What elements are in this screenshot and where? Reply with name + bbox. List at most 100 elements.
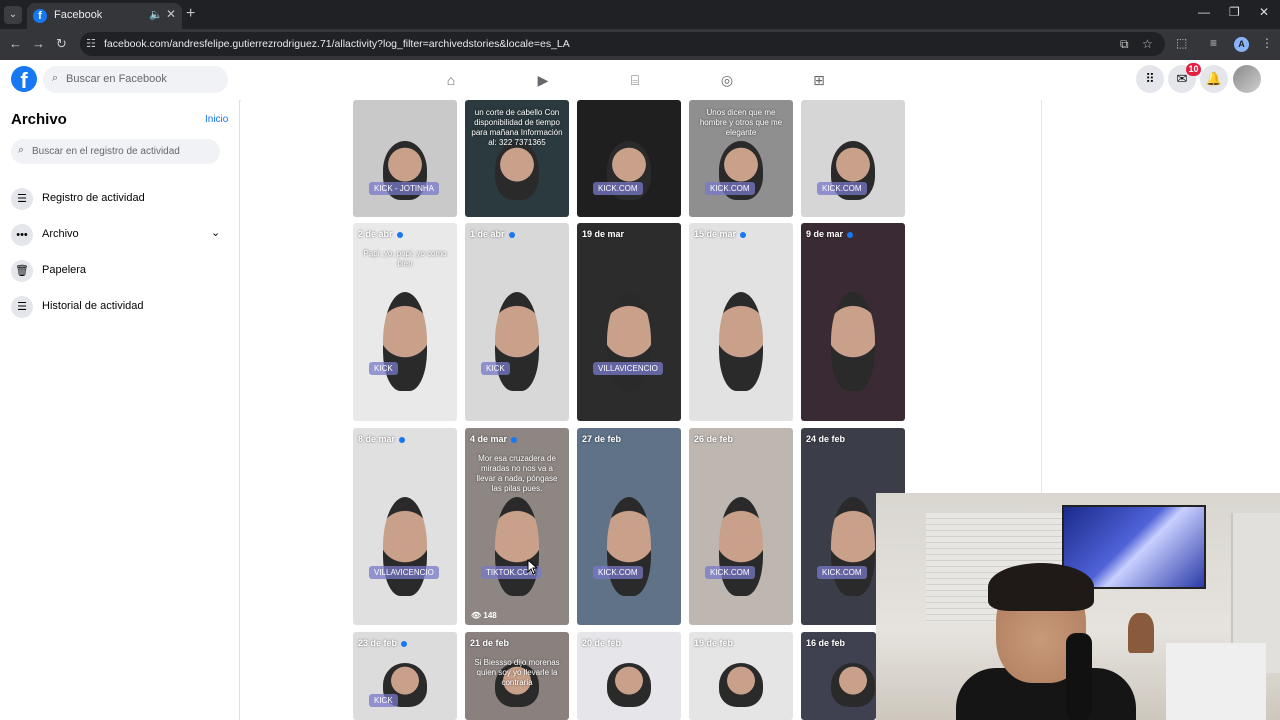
site-info-icon[interactable]: ☷	[86, 37, 96, 50]
chevron-down-icon[interactable]: ⌄	[211, 226, 220, 239]
sidebar-item-label: Historial de actividad	[42, 300, 144, 312]
story-person	[719, 292, 763, 391]
media-icon[interactable]: ≡	[1210, 36, 1217, 50]
story-thumbnail[interactable]: KICK - JOTINHA	[353, 100, 457, 217]
sidebar-item-papelera[interactable]: 🗑 Papelera	[11, 257, 230, 287]
close-window-icon[interactable]: ✕	[1259, 5, 1269, 19]
story-sticker: KICK	[369, 362, 398, 375]
story-date: 2 de abr	[358, 229, 403, 239]
browser-toolbar: ← → ↻ ☷ facebook.com/andresfelipe.gutier…	[0, 29, 1280, 60]
trash-icon: 🗑	[11, 260, 33, 282]
bookmark-star-icon[interactable]: ☆	[1142, 37, 1153, 51]
story-thumbnail[interactable]: 8 de mar VILLAVICENCIO	[353, 428, 457, 625]
profile-avatar[interactable]: A	[1234, 37, 1249, 52]
unseen-dot-icon	[740, 231, 747, 238]
forward-icon[interactable]: →	[32, 36, 45, 51]
story-thumbnail[interactable]: 19 de feb	[689, 632, 793, 720]
sidebar-item-registro[interactable]: ☰ Registro de actividad	[11, 185, 230, 215]
gaming-icon[interactable]: ⊞	[810, 71, 828, 89]
marketplace-icon[interactable]: ⌸	[626, 71, 644, 89]
story-sticker: KICK	[481, 362, 510, 375]
speaker-icon[interactable]: 🔈	[149, 8, 163, 21]
address-bar[interactable]: ☷ facebook.com/andresfelipe.gutierrezrod…	[80, 32, 1165, 56]
tab-search-button[interactable]: ⌄	[4, 6, 22, 24]
story-date: 27 de feb	[582, 434, 622, 444]
story-date: 26 de feb	[694, 434, 734, 444]
url-text[interactable]: facebook.com/andresfelipe.gutierrezrodri…	[104, 38, 570, 50]
tab-close-icon[interactable]: ✕	[166, 7, 176, 21]
story-sticker: VILLAVICENCIO	[369, 566, 439, 579]
story-thumbnail[interactable]: 20 de feb	[577, 632, 681, 720]
story-caption: Si Biessso dijo morenas quien soy yo lle…	[474, 658, 560, 687]
facebook-logo-icon[interactable]: f	[11, 66, 37, 93]
story-thumbnail[interactable]: Unos dicen que me hombre y otros que me …	[689, 100, 793, 217]
shelf	[1166, 643, 1266, 720]
story-date: 24 de feb	[806, 434, 846, 444]
story-thumbnail[interactable]: 23 de feb KICK	[353, 632, 457, 720]
story-thumbnail[interactable]: 19 de mar VILLAVICENCIO	[577, 223, 681, 421]
home-link[interactable]: Inicio	[205, 114, 228, 125]
story-person	[719, 663, 763, 707]
home-icon[interactable]: ⌂	[442, 71, 460, 89]
story-date: 21 de feb	[470, 638, 510, 648]
search-icon: ⌕	[52, 72, 59, 84]
back-icon[interactable]: ←	[9, 36, 22, 51]
menu-grid-icon[interactable]: ⠿	[1136, 65, 1164, 93]
story-date: 19 de feb	[694, 638, 734, 648]
story-caption: Mor esa cruzadera de miradas no nos va a…	[476, 454, 558, 493]
restore-icon[interactable]: ❐	[1229, 5, 1240, 19]
view-count: 👁 148	[471, 611, 497, 620]
activity-sidebar: Archivo Inicio ⌕ Buscar en el registro d…	[0, 100, 240, 720]
story-date: 4 de mar	[470, 434, 518, 444]
story-thumbnail[interactable]: 21 de feb Si Biessso dijo morenas quien s…	[465, 632, 569, 720]
more-icon: •••	[11, 224, 33, 246]
story-date: 9 de mar	[806, 229, 854, 239]
reload-icon[interactable]: ↻	[56, 36, 67, 52]
unseen-dot-icon	[396, 231, 403, 238]
story-thumbnail[interactable]: 16 de feb	[801, 632, 876, 720]
story-person	[719, 497, 763, 596]
story-thumbnail[interactable]: 4 de mar Mor esa cruzadera de miradas no …	[465, 428, 569, 625]
story-caption: Papi, yo, papi, yo como bien	[363, 249, 447, 268]
story-person	[831, 497, 875, 596]
browser-tabstrip: ⌄ f Facebook 🔈 ✕ + — ❐ ✕	[0, 0, 1280, 29]
story-thumbnail[interactable]: 9 de mar	[801, 223, 905, 421]
story-sticker: KICK.COM	[817, 566, 867, 579]
extensions-icon[interactable]: ⬚	[1176, 36, 1187, 50]
sidebar-item-historial[interactable]: ☰ Historial de actividad	[11, 293, 230, 323]
story-thumbnail[interactable]: 26 de feb KICK.COM	[689, 428, 793, 625]
account-avatar[interactable]	[1233, 65, 1261, 93]
story-sticker: KICK.COM	[593, 566, 643, 579]
story-person	[831, 292, 875, 391]
groups-icon[interactable]: ◎	[718, 71, 736, 89]
story-sticker: VILLAVICENCIO	[593, 362, 663, 375]
story-thumbnail[interactable]: 1 de abr KICK	[465, 223, 569, 421]
story-thumbnail[interactable]: 2 de abr Papi, yo, papi, yo como bien KICK	[353, 223, 457, 421]
more-menu-icon[interactable]: ⋮	[1261, 36, 1273, 50]
video-icon[interactable]: ▶	[534, 71, 552, 89]
tab-title: Facebook	[54, 9, 103, 21]
bell-icon[interactable]: 🔔	[1200, 65, 1228, 93]
story-thumbnail[interactable]: 15 de mar	[689, 223, 793, 421]
unseen-dot-icon	[847, 231, 854, 238]
webcam-overlay	[876, 493, 1280, 720]
story-date: 16 de feb	[806, 638, 846, 648]
story-thumbnail[interactable]: 27 de feb KICK.COM	[577, 428, 681, 625]
story-thumbnail[interactable]: un corte de cabello Con disponibilidad d…	[465, 100, 569, 217]
sidebar-item-label: Archivo	[42, 228, 79, 240]
browser-tab[interactable]: f Facebook 🔈 ✕	[27, 3, 182, 29]
facebook-search-input[interactable]: ⌕ Buscar en Facebook	[43, 66, 228, 93]
sidebar-item-label: Papelera	[42, 264, 87, 276]
cast-icon[interactable]: ⧉	[1120, 37, 1129, 52]
person-hair	[988, 563, 1094, 611]
activity-search-placeholder: Buscar en el registro de actividad	[32, 146, 180, 157]
story-thumbnail[interactable]: KICK.COM	[801, 100, 905, 217]
story-thumbnail[interactable]: KICK.COM	[577, 100, 681, 217]
facebook-favicon-icon: f	[33, 9, 47, 23]
activity-search-input[interactable]: ⌕ Buscar en el registro de actividad	[11, 139, 220, 164]
story-sticker: KICK.COM	[593, 182, 643, 195]
story-person	[831, 663, 875, 707]
sidebar-item-archivo[interactable]: ••• Archivo ⌄	[11, 221, 230, 251]
minimize-icon[interactable]: —	[1198, 5, 1210, 19]
new-tab-button[interactable]: +	[186, 5, 195, 23]
